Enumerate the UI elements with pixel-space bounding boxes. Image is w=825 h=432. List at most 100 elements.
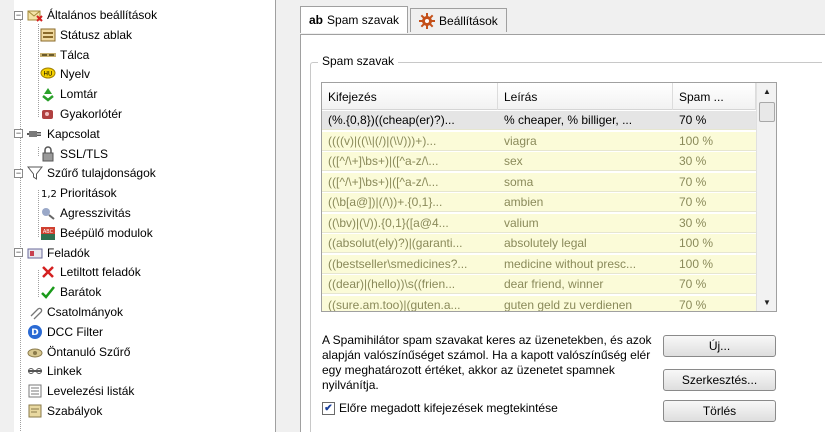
tree-item-label: Szabályok: [47, 404, 103, 418]
settings-tree[interactable]: − Általános beállítások Státusz ablak Tálca…: [14, 0, 276, 432]
tree-item-lomtar[interactable]: Lomtár: [40, 85, 97, 103]
table-row[interactable]: ((sure.am.too)|(guten.a... guten geld zu …: [322, 295, 756, 312]
tree-item-label: Gyakorlótér: [60, 107, 123, 121]
cell-expression: ((\bv)|(\/)).{0,1}([a@4...: [328, 215, 449, 230]
scrollbar-thumb[interactable]: [759, 102, 775, 122]
column-header-expression[interactable]: Kifejezés: [322, 83, 498, 110]
aggressiveness-icon: [40, 205, 56, 221]
tree-collapse-toggle-icon[interactable]: −: [14, 10, 23, 20]
cell-spam: 100 %: [679, 133, 714, 148]
links-icon: [27, 363, 43, 379]
cell-description: % cheaper, % billiger, ...: [504, 113, 633, 127]
delete-button[interactable]: Törlés: [663, 400, 776, 422]
svg-text:D: D: [31, 328, 38, 338]
tree-item-gyakorlo[interactable]: Gyakorlótér: [40, 105, 122, 123]
tree-item-label: Beépülő modulok: [60, 225, 153, 240]
column-header-description[interactable]: Leírás: [498, 83, 673, 110]
cell-spam: 100 %: [679, 236, 714, 250]
tree-item-label: Tálca: [60, 47, 90, 62]
column-header-spam[interactable]: Spam ...: [673, 83, 756, 110]
table-row[interactable]: ((absolut(ely)?)|(garanti... absolutely l…: [322, 234, 756, 253]
tree-item-kapcsolat[interactable]: − Kapcsolat: [14, 125, 100, 143]
ab-text-icon: ab: [309, 13, 324, 27]
table-row[interactable]: (([^/\+]\bs+)|([^a-z/\... sex 30 %: [322, 152, 756, 171]
self-learning-filter-icon: [27, 344, 43, 360]
scroll-down-arrow-icon[interactable]: ▼: [757, 294, 776, 311]
cell-description: viagra: [504, 133, 537, 148]
table-row[interactable]: ((bestseller\smedicines?... medicine with…: [322, 254, 756, 274]
cell-spam: 30 %: [679, 215, 707, 230]
window-icon: [40, 27, 56, 43]
tree-item-statusz[interactable]: Státusz ablak: [40, 26, 132, 44]
cell-expression: (([^/\+]\bs+)|([^a-z/\...: [328, 154, 439, 168]
tree-item-ssl[interactable]: SSL/TLS: [40, 145, 108, 163]
training-icon: [40, 106, 56, 122]
gear-icon: [419, 12, 436, 29]
cell-description: ambien: [504, 195, 544, 209]
tree-item-altalanos[interactable]: − Általános beállítások: [14, 6, 157, 24]
cell-description: absolutely legal: [504, 236, 587, 250]
cell-description: sex: [504, 154, 523, 168]
cell-expression: ((bestseller\smedicines?...: [328, 256, 468, 271]
show-predefined-checkbox[interactable]: ✔: [322, 401, 335, 415]
cell-spam: 70 %: [679, 195, 707, 209]
spam-expressions-grid[interactable]: Kifejezés Leírás Spam ... (%.{0,8})((che…: [321, 82, 777, 312]
tree-collapse-toggle-icon[interactable]: −: [14, 248, 23, 258]
tree-item-label: DCC Filter: [47, 324, 103, 339]
svg-text:HU: HU: [44, 71, 53, 78]
dcc-filter-icon: D: [27, 324, 43, 340]
cell-description: medicine without presc...: [504, 256, 637, 271]
tree-item-prioritasok[interactable]: 1,2 Prioritások: [40, 184, 117, 202]
cell-spam: 70 %: [679, 113, 707, 127]
show-predefined-expressions-option[interactable]: ✔ Előre megadott kifejezések megtekintés…: [322, 401, 558, 415]
scroll-up-arrow-icon[interactable]: ▲: [757, 83, 776, 100]
edit-button[interactable]: Szerkesztés...: [663, 369, 776, 391]
cell-spam: 70 %: [679, 277, 707, 291]
tree-item-csatolmanyok[interactable]: Csatolmányok: [14, 303, 123, 321]
table-row[interactable]: ((((v)|((\\|(/)|(\\/)))+)... viagra 100 %: [322, 131, 756, 151]
new-button[interactable]: Új...: [663, 335, 776, 357]
tree-item-label: Agresszivitás: [60, 206, 131, 220]
cell-spam: 70 %: [679, 297, 707, 312]
tree-item-talca[interactable]: Tálca: [40, 46, 89, 64]
tree-item-letiltott[interactable]: Letiltott feladók: [40, 263, 141, 281]
tree-item-nyelv[interactable]: HU Nyelv: [40, 65, 90, 83]
table-row[interactable]: ((\b[a@])|(/\))+.{0,1}... ambien 70 %: [322, 193, 756, 212]
red-x-icon: [40, 264, 56, 280]
tree-item-beepulo[interactable]: ABC Beépülő modulok: [40, 224, 153, 242]
cell-expression: ((dear)|(hello))\s((frien...: [328, 277, 456, 291]
groupbox-title: Spam szavak: [318, 54, 399, 68]
tree-collapse-toggle-icon[interactable]: −: [14, 168, 23, 178]
tab-spam-words-label: Spam szavak: [327, 13, 400, 27]
grid-vertical-scrollbar[interactable]: ▲ ▼: [756, 83, 776, 311]
tree-item-szabalyok[interactable]: Szabályok: [14, 402, 102, 420]
tree-collapse-toggle-icon[interactable]: −: [14, 129, 23, 139]
tab-spam-words[interactable]: ab Spam szavak: [300, 6, 409, 33]
tab-settings[interactable]: Beállítások: [410, 8, 507, 32]
tree-item-label: Nyelv: [60, 67, 91, 82]
tree-item-ontanulo[interactable]: Öntanuló Szűrő: [14, 343, 130, 361]
tree-item-label: Linkek: [47, 364, 82, 379]
mail-x-icon: [27, 7, 43, 23]
cell-expression: (%.{0,8})((cheap(er)?)...: [328, 113, 455, 127]
tree-item-linkek[interactable]: Linkek: [14, 362, 82, 380]
table-row[interactable]: (%.{0,8})((cheap(er)?)... % cheaper, % bi…: [322, 111, 756, 130]
cell-expression: ((absolut(ely)?)|(garanti...: [328, 236, 463, 250]
tree-item-dcc[interactable]: D DCC Filter: [14, 323, 103, 341]
tree-item-label: Státusz ablak: [60, 27, 133, 42]
tree-item-levelezesi[interactable]: Levelezési listák: [14, 382, 134, 400]
table-row[interactable]: (([^/\+]\bs+)|([^a-z/\... soma 70 %: [322, 172, 756, 192]
tree-item-feladok[interactable]: − Feladók: [14, 244, 90, 262]
table-row[interactable]: ((\bv)|(\/)).{0,1}([a@4... valium 30 %: [322, 213, 756, 233]
senders-icon: [27, 245, 43, 261]
tree-item-agresszivitas[interactable]: Agresszivitás: [40, 204, 131, 222]
grid-header: Kifejezés Leírás Spam ...: [322, 83, 756, 110]
filter-funnel-icon: [27, 165, 43, 181]
tree-item-baratok[interactable]: Barátok: [40, 283, 101, 301]
tree-item-label: Prioritások: [60, 186, 117, 201]
table-row[interactable]: ((dear)|(hello))\s((frien... dear friend,…: [322, 275, 756, 294]
tree-item-szuro[interactable]: − Szűrő tulajdonságok: [14, 164, 156, 182]
show-predefined-label: Előre megadott kifejezések megtekintése: [339, 401, 558, 415]
cell-expression: (([^/\+]\bs+)|([^a-z/\...: [328, 174, 439, 189]
cell-spam: 70 %: [679, 174, 707, 189]
